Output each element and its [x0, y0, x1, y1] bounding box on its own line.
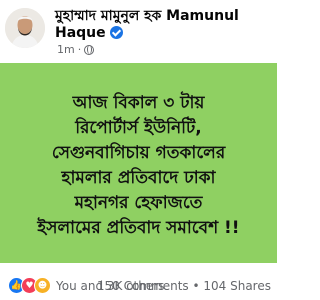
card-line: সেগুনবাগিচায় গতকালের: [51, 143, 226, 163]
post-footer: 👍 ♥ ☻ You and 3K others 150 Comments • 1…: [0, 270, 277, 300]
verified-badge-icon: [109, 26, 123, 39]
post-image-text: আজ বিকাল ৩ টায় রিপোর্টার্স ইউনিটি, সেগু…: [12, 91, 265, 241]
card-line: আজ বিকাল ৩ টায়: [72, 93, 205, 113]
post-image-card[interactable]: আজ বিকাল ৩ টায় রিপোর্টার্স ইউনিটি, সেগু…: [0, 63, 277, 263]
globe-icon: [84, 44, 95, 55]
stats-separator: •: [192, 279, 200, 293]
avatar-image: [5, 8, 45, 48]
author-name[interactable]: মুহাম্মাদ মামুনুল হক Mamunul Haque: [55, 8, 265, 42]
post-meta: 1m ·: [57, 43, 95, 56]
author-name-text[interactable]: মুহাম্মাদ মামুনুল হক Mamunul Haque: [55, 8, 239, 41]
meta-separator: ·: [77, 43, 82, 56]
haha-icon: ☻: [34, 277, 51, 294]
card-line: হামলার প্রতিবাদে ঢাকা: [61, 168, 216, 188]
engagement-stats: 150 Comments • 104 Shares: [97, 279, 271, 293]
post-timestamp[interactable]: 1m: [57, 43, 75, 56]
facebook-post: মুহাম্মাদ মামুনুল হক Mamunul Haque 1m · …: [0, 0, 277, 300]
comment-count[interactable]: 150 Comments: [97, 279, 189, 293]
card-line: মহানগর হেফাজতে: [74, 193, 203, 213]
post-header: মুহাম্মাদ মামুনুল হক Mamunul Haque 1m ·: [0, 0, 277, 60]
share-count[interactable]: 104 Shares: [203, 279, 271, 293]
card-line: ইসলামের প্রতিবাদ সমাবেশ !!: [37, 218, 240, 238]
card-line: রিপোর্টার্স ইউনিটি,: [75, 118, 202, 138]
avatar[interactable]: [5, 8, 45, 48]
